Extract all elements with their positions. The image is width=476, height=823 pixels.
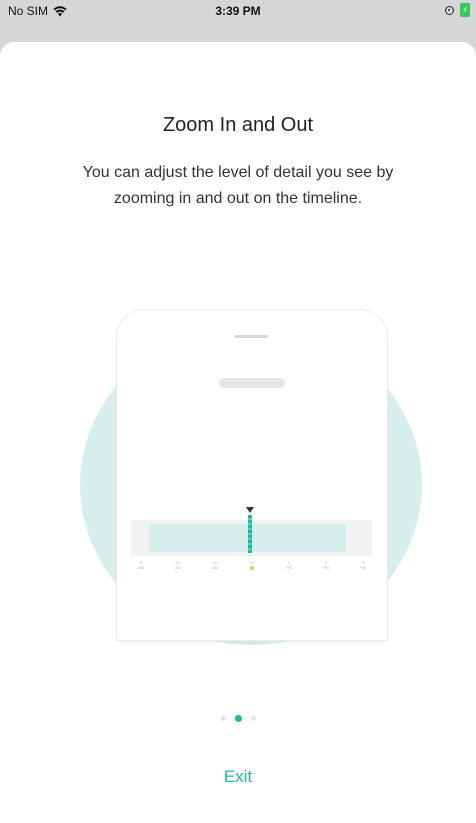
timeline-playhead bbox=[248, 515, 252, 553]
zoom-illustration: 9 AM 10 AM 11 AM 12 1 PM 2 PM 3 PM bbox=[80, 310, 424, 645]
page-dot[interactable] bbox=[220, 716, 226, 721]
page-dot[interactable] bbox=[234, 715, 242, 722]
phone-speaker bbox=[234, 335, 268, 338]
timeline-tick: 12 bbox=[242, 560, 262, 570]
timeline-tick: 11 AM bbox=[205, 560, 225, 570]
timeline-tick: 1 PM bbox=[279, 560, 299, 570]
exit-button[interactable]: Exit bbox=[188, 762, 288, 792]
page-indicator bbox=[0, 715, 476, 722]
tick-hour: 12 bbox=[249, 560, 255, 565]
page-description: You can adjust the level of detail you s… bbox=[82, 164, 394, 207]
page-dot[interactable] bbox=[250, 716, 256, 721]
page-title: Zoom In and Out bbox=[162, 114, 314, 136]
status-time: 3:39 PM bbox=[215, 4, 261, 18]
timeline-tick: 2 PM bbox=[316, 560, 336, 570]
phone-fade bbox=[117, 570, 387, 640]
timeline-tick: 9 AM bbox=[131, 560, 151, 570]
timeline-marker-arrow bbox=[246, 507, 254, 513]
status-bar: No SIM 3:39 PM ⚡ bbox=[0, 0, 476, 22]
timeline-tick: 10 AM bbox=[168, 560, 188, 570]
phone-header-placeholder bbox=[219, 378, 285, 388]
phone-mockup: 9 AM 10 AM 11 AM 12 1 PM 2 PM 3 PM bbox=[117, 310, 387, 640]
status-right: ⚡ bbox=[445, 3, 470, 17]
timeline-tick: 3 PM bbox=[353, 560, 373, 570]
rotation-lock-icon bbox=[445, 5, 454, 15]
onboarding-card: Zoom In and Out You can adjust the level… bbox=[0, 42, 476, 823]
battery-charging-icon: ⚡ bbox=[460, 3, 470, 17]
